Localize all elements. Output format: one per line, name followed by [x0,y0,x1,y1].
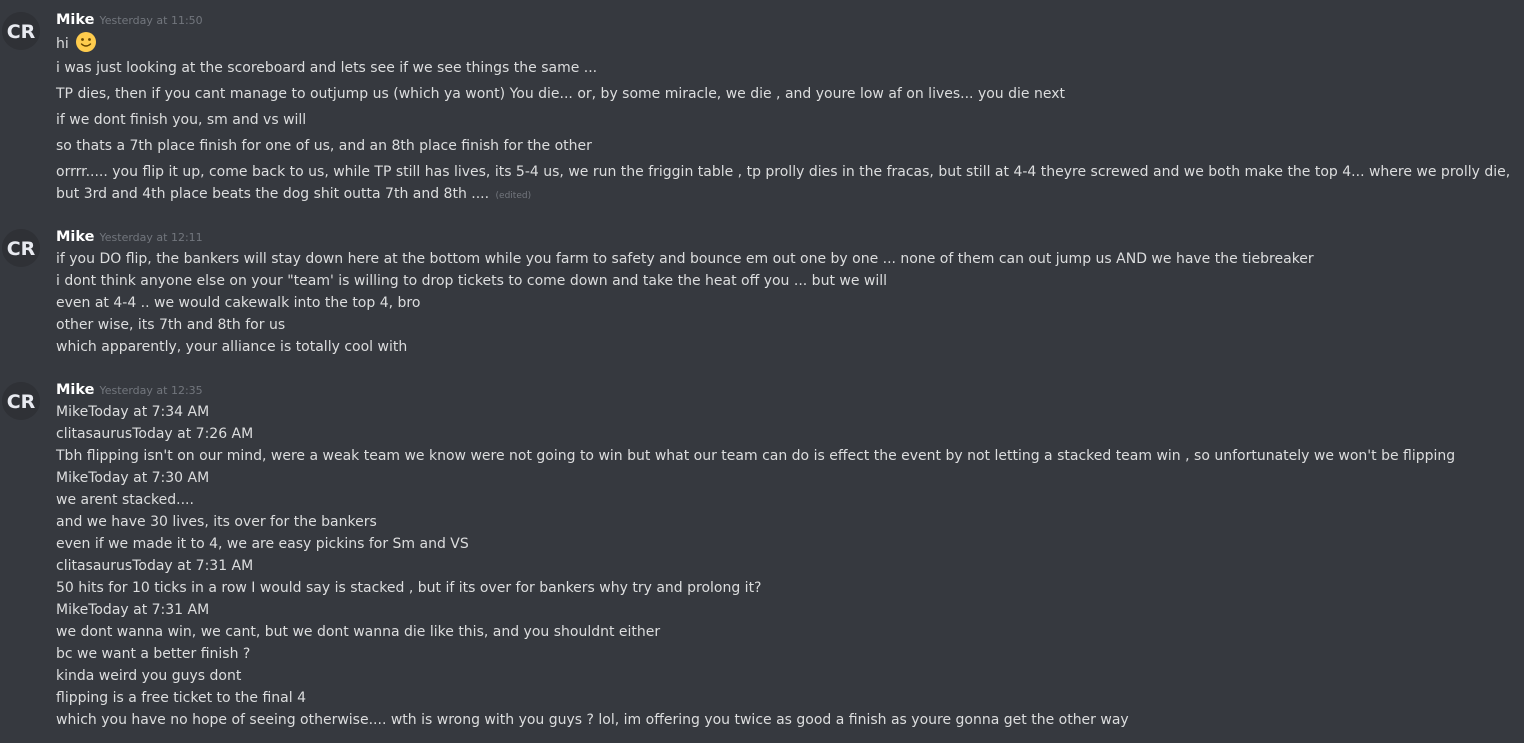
message-line: TP dies, then if you cant manage to outj… [56,86,1065,102]
avatar[interactable]: CR [2,382,40,420]
message-line: flipping is a free ticket to the final 4 [56,690,306,706]
username[interactable]: Mike [56,12,95,28]
slightly-smiling-face-icon[interactable] [75,31,97,60]
message-line: which you have no hope of seeing otherwi… [56,712,1129,728]
message-header: Mike Yesterday at 12:35 [56,379,203,398]
message-line: so thats a 7th place finish for one of u… [56,138,592,154]
edited-label: (edited) [495,191,532,201]
message-line: MikeToday at 7:34 AM [56,404,210,420]
message-header: Mike Yesterday at 12:11 [56,226,203,245]
message-line: hi [56,31,97,60]
message-line: if you DO flip, the bankers will stay do… [56,251,1314,267]
avatar[interactable]: CR [2,12,40,50]
timestamp[interactable]: Yesterday at 12:35 [100,384,203,397]
message-line: even if we made it to 4, we are easy pic… [56,536,469,552]
message-line: clitasaurusToday at 7:31 AM [56,558,254,574]
message-line: 50 hits for 10 ticks in a row I would sa… [56,580,762,596]
message-line: which apparently, your alliance is total… [56,339,408,355]
message-text: hi [56,36,69,52]
message-line: bc we want a better finish ? [56,646,251,662]
username[interactable]: Mike [56,229,95,245]
message-text: orrrr..... you flip it up, come back to … [56,164,1511,202]
message-line: even at 4-4 .. we would cakewalk into th… [56,295,421,311]
message-header: Mike Yesterday at 11:50 [56,9,203,28]
timestamp[interactable]: Yesterday at 11:50 [100,14,203,27]
username[interactable]: Mike [56,382,95,398]
cr-logo-icon: CR [2,382,40,420]
message-line: other wise, its 7th and 8th for us [56,317,286,333]
svg-text:CR: CR [7,391,36,413]
message-line: and we have 30 lives, its over for the b… [56,514,377,530]
cr-logo-icon: CR [2,12,40,50]
message-line: i dont think anyone else on your "team' … [56,273,888,289]
avatar[interactable]: CR [2,229,40,267]
message-line: MikeToday at 7:30 AM [56,470,210,486]
message-line: we dont wanna win, we cant, but we dont … [56,624,661,640]
message-line: if we dont finish you, sm and vs will [56,112,307,128]
cr-logo-icon: CR [2,229,40,267]
message-line: clitasaurusToday at 7:26 AM [56,426,254,442]
svg-text:CR: CR [7,238,36,260]
message-line: MikeToday at 7:31 AM [56,602,210,618]
svg-text:CR: CR [7,21,36,43]
timestamp[interactable]: Yesterday at 12:11 [100,231,203,244]
message-line: orrrr..... you flip it up, come back to … [56,161,1520,207]
message-line: kinda weird you guys dont [56,668,242,684]
message-list: CR Mike Yesterday at 11:50 hi i was just … [0,0,1524,743]
message-line: i was just looking at the scoreboard and… [56,60,598,76]
message-line: Tbh flipping isn't on our mind, were a w… [56,448,1456,464]
message-line: we arent stacked.... [56,492,194,508]
